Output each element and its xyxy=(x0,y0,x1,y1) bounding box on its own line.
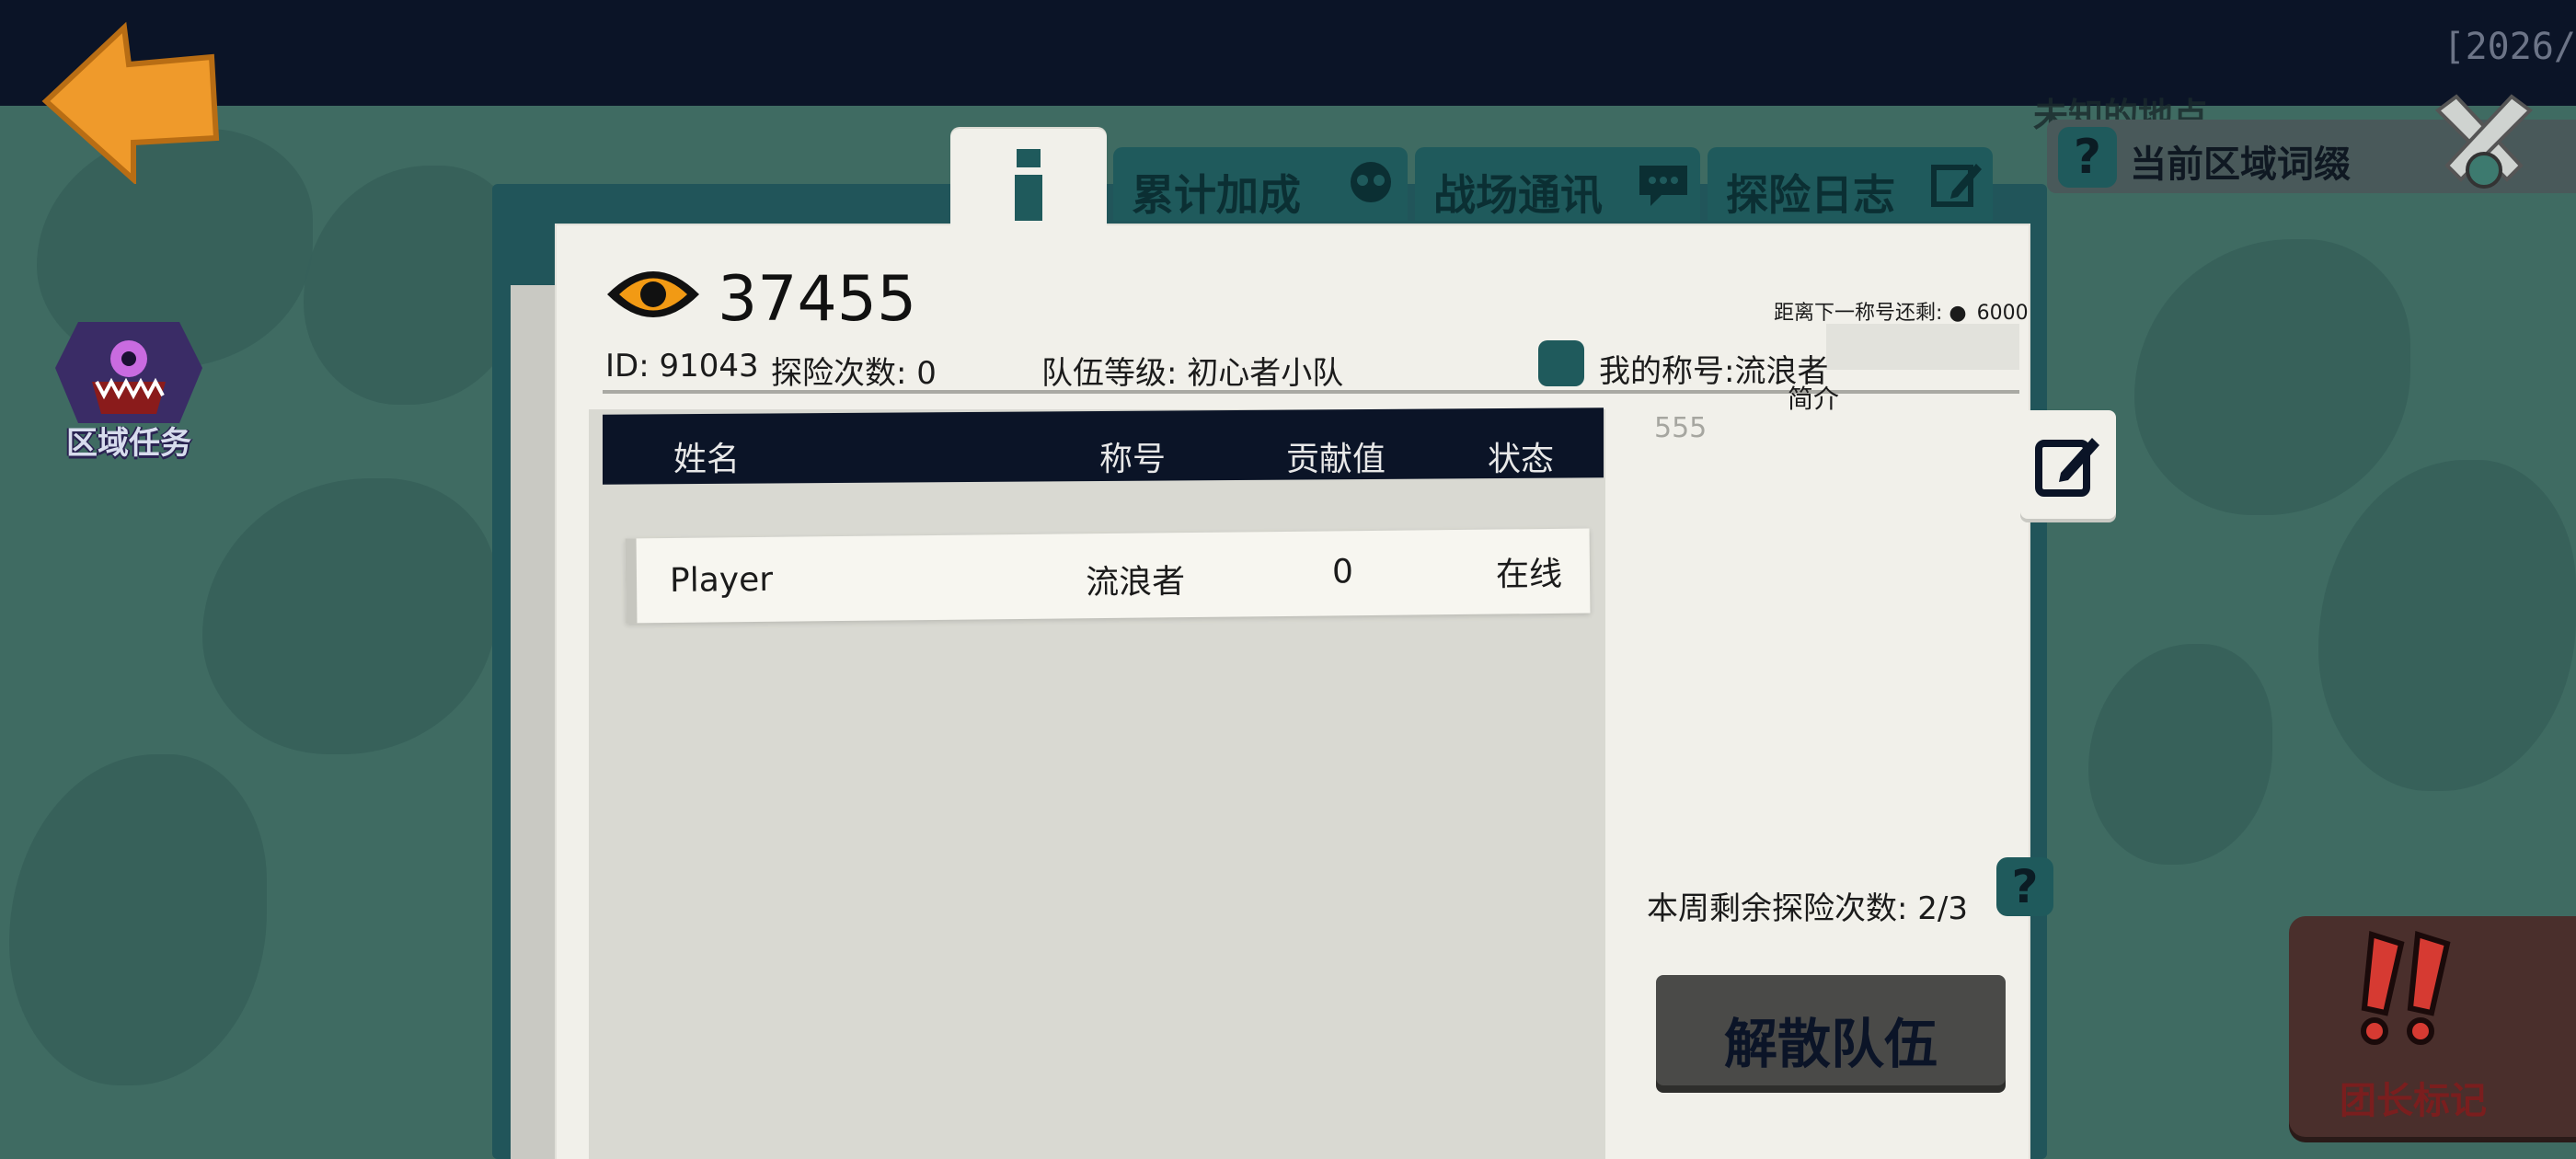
back-button[interactable] xyxy=(37,18,221,186)
weekly-remaining: 本周剩余探险次数: 2/3 xyxy=(1647,890,1968,927)
explore-count: 探险次数: 0 xyxy=(771,355,937,392)
region-suffix-label: 当前区域词缀 xyxy=(2130,143,2351,186)
region-task-label: 区域任务 xyxy=(66,425,191,462)
next-title-label: 距离下一称号还剩: xyxy=(1774,302,1943,325)
member-contribution: 0 xyxy=(1331,553,1354,591)
tab-adventure-log[interactable]: 探险日志 xyxy=(1708,147,1993,221)
help-icon: ? xyxy=(2058,127,2117,188)
coin-icon: ● xyxy=(1949,302,1967,325)
crossed-swords-icon[interactable] xyxy=(2429,92,2539,193)
disband-team-button[interactable]: 解散队伍 xyxy=(1656,975,2006,1085)
tab-label: 战场通讯 xyxy=(1433,170,1603,220)
member-title: 流浪者 xyxy=(1085,563,1186,602)
edit-icon xyxy=(1931,164,1982,207)
help-icon[interactable]: ? xyxy=(1996,857,2053,916)
member-name: Player xyxy=(669,560,774,600)
tab-cumulative-bonus[interactable]: 累计加成 xyxy=(1113,147,1408,221)
timestamp: [2026/ xyxy=(2443,26,2576,68)
tab-label: 探险日志 xyxy=(1726,170,1895,220)
leader-mark-label: 团长标记 xyxy=(2340,1080,2487,1122)
disband-label: 解散队伍 xyxy=(1723,1013,1938,1075)
header-status: 状态 xyxy=(1488,441,1555,478)
blurred-area xyxy=(1826,324,2019,370)
header-contribution: 贡献值 xyxy=(1286,441,1386,478)
intro-text: 555 xyxy=(1654,412,1708,444)
next-title-remaining: 距离下一称号还剩: ● 6000 xyxy=(1774,296,2029,326)
monster-icon xyxy=(55,322,202,423)
chat-icon xyxy=(1639,166,1687,206)
edit-icon xyxy=(2035,438,2099,497)
header-name: 姓名 xyxy=(673,441,741,478)
table-row[interactable]: Player 流浪者 0 在线 xyxy=(625,528,1591,624)
info-icon xyxy=(1015,149,1042,221)
row-strip xyxy=(625,538,638,624)
team-id: ID: 91043 xyxy=(605,348,759,384)
member-status: 在线 xyxy=(1495,555,1563,594)
leader-mark-button[interactable]: 团长标记 xyxy=(2289,916,2576,1137)
tab-label: 累计加成 xyxy=(1132,170,1301,220)
back-arrow-icon xyxy=(41,21,220,186)
intro-label: 简介 xyxy=(1788,384,1840,414)
region-task-button[interactable]: 区域任务 xyxy=(51,304,207,462)
tab-info[interactable] xyxy=(950,129,1107,239)
team-level: 队伍等级: 初心者小队 xyxy=(1041,355,1344,392)
member-table xyxy=(589,409,1605,1159)
info-icon xyxy=(1538,340,1584,386)
skull-icon xyxy=(1351,162,1391,202)
edit-intro-button[interactable] xyxy=(2020,410,2116,519)
header-title: 称号 xyxy=(1099,441,1167,478)
eye-icon xyxy=(607,271,699,317)
exclamation-icon xyxy=(2361,931,2451,1045)
next-title-value: 6000 xyxy=(1976,302,2029,325)
tab-battle-comms[interactable]: 战场通讯 xyxy=(1415,147,1700,221)
team-score: 37455 xyxy=(718,263,917,336)
